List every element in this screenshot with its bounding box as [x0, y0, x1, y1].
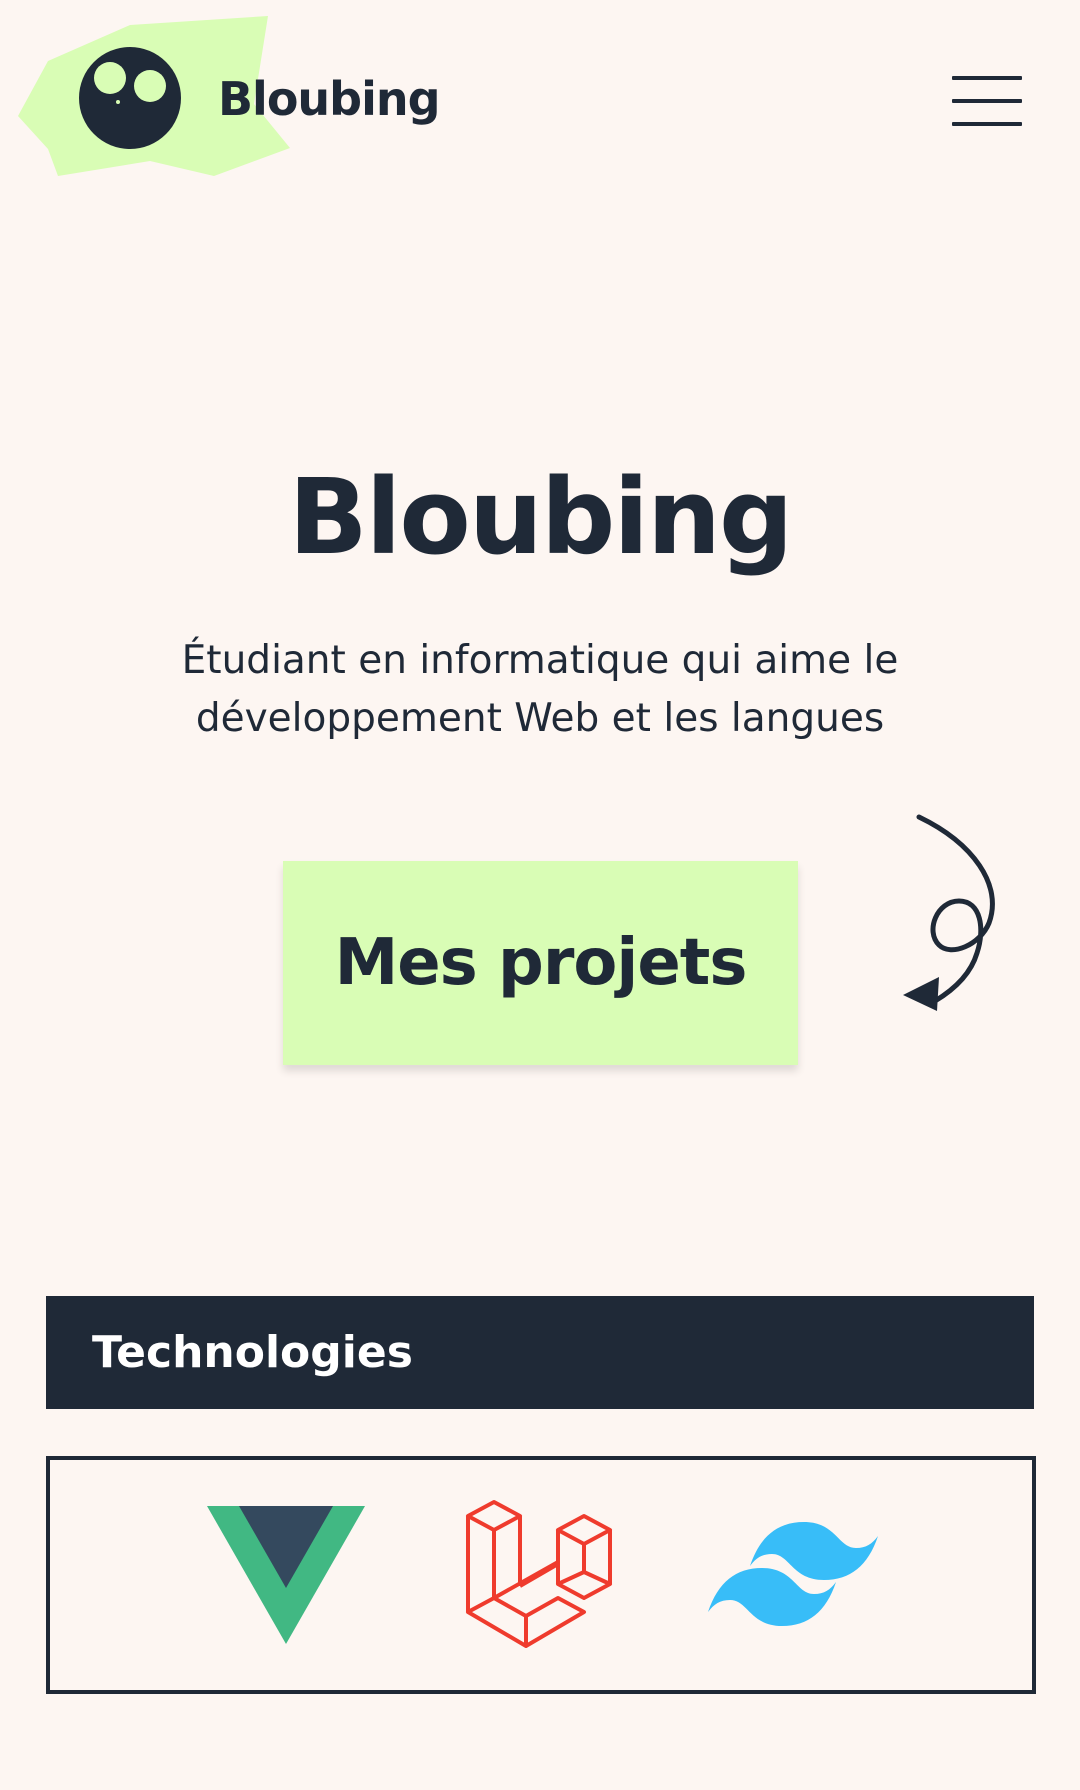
hamburger-icon-line-middle [952, 99, 1022, 103]
avatar-face-icon [79, 47, 181, 149]
site-header: Bloubing [0, 0, 1080, 200]
hamburger-menu-button[interactable] [952, 74, 1024, 128]
hero-title: Bloubing [288, 456, 794, 578]
hero-subtitle: Étudiant en informatique qui aime le dév… [181, 638, 899, 741]
technologies-header-bar: Technologies [46, 1296, 1034, 1409]
technologies-logos-box [46, 1456, 1036, 1694]
my-projects-button[interactable]: Mes projets [283, 861, 798, 1065]
laravel-icon [466, 1500, 612, 1648]
hamburger-icon-line-bottom [952, 122, 1022, 126]
swirl-arrow-icon [903, 814, 995, 1011]
tailwind-icon [708, 1522, 878, 1626]
hamburger-icon-line-top [952, 76, 1022, 80]
site-name: Bloubing [218, 72, 441, 126]
vue-icon [207, 1506, 365, 1644]
technologies-heading: Technologies [92, 1327, 413, 1378]
